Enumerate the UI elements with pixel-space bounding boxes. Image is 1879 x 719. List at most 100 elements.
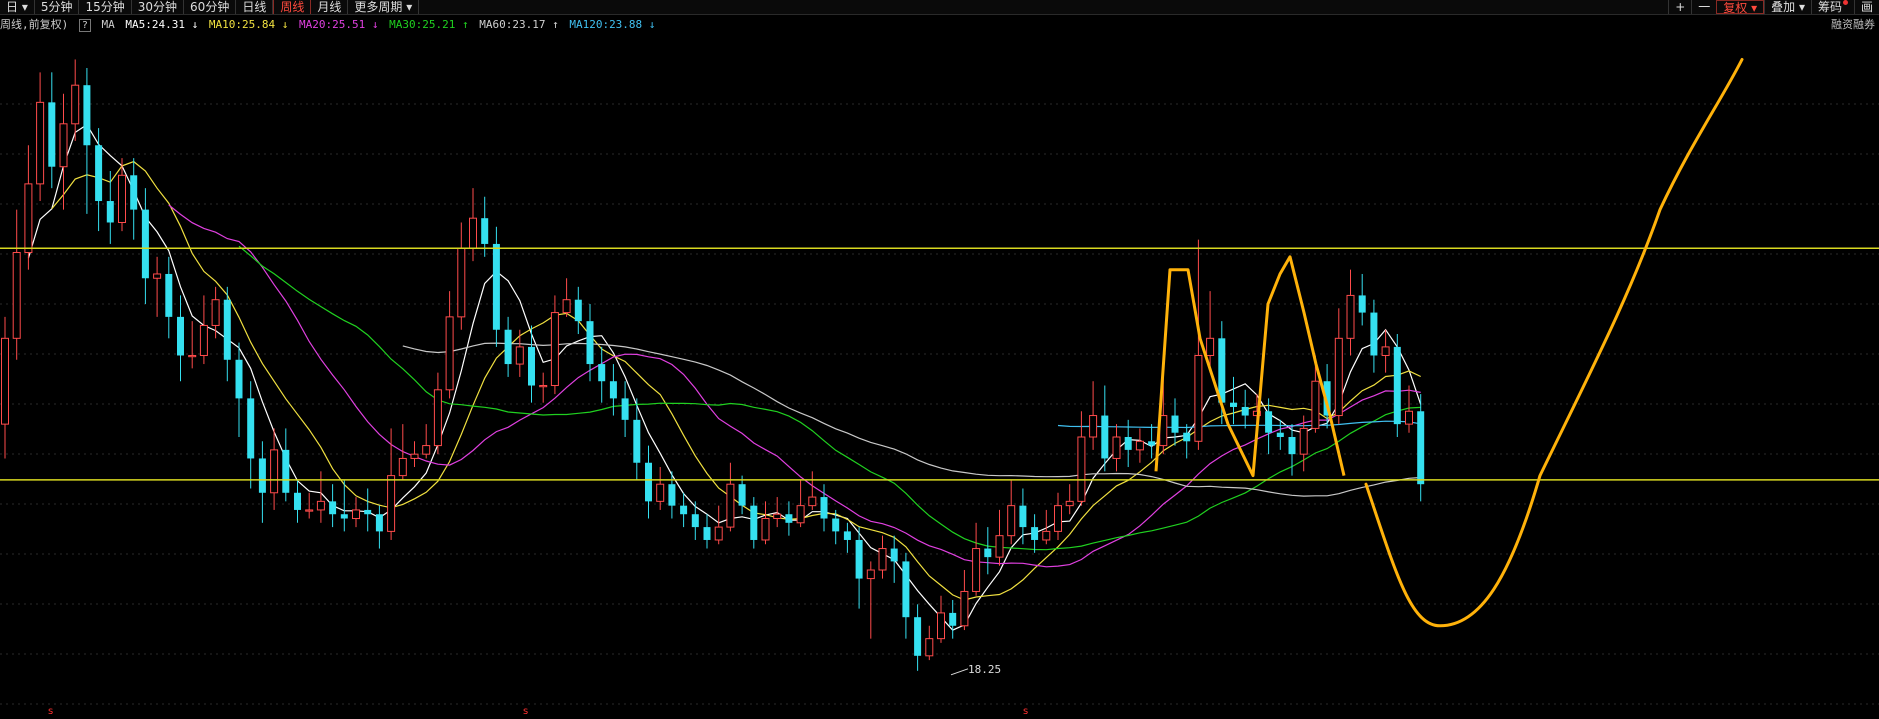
tab-weekly[interactable]: 周线 xyxy=(273,0,312,14)
candle-down xyxy=(890,548,898,562)
right-tools: + 一 复权 ▾ 叠加 ▾ 筹码 画 xyxy=(1668,0,1879,15)
candle-up xyxy=(714,526,723,541)
candle-down xyxy=(48,102,56,167)
tab-5min[interactable]: 5分钟 xyxy=(35,0,80,14)
projection-curve-drawing xyxy=(1364,58,1744,628)
candle-up xyxy=(761,518,770,541)
candle-down xyxy=(364,509,372,515)
candle-up xyxy=(1135,440,1144,451)
candle-down xyxy=(609,381,617,399)
candle-down xyxy=(492,243,500,330)
candle-up xyxy=(562,299,571,314)
candle-up xyxy=(36,101,45,185)
candle-up xyxy=(433,389,442,447)
candle-down xyxy=(130,175,138,210)
candle-up xyxy=(12,252,21,339)
candle-up xyxy=(808,496,817,507)
candle-up xyxy=(211,299,220,326)
candle-up xyxy=(796,505,805,524)
candle-down xyxy=(1183,432,1191,442)
candle-up xyxy=(1007,505,1016,537)
candle-up xyxy=(1381,346,1390,356)
candle-down xyxy=(106,201,114,223)
candle-up xyxy=(1206,337,1215,356)
draw-button[interactable]: 画 xyxy=(1853,0,1879,14)
candle-down xyxy=(1370,312,1378,356)
chart-period-label: 周线,前复权) xyxy=(0,18,69,31)
candle-down xyxy=(1124,437,1132,450)
candle-down xyxy=(1019,505,1027,528)
candle-down xyxy=(832,518,840,532)
candle-up xyxy=(515,346,524,365)
candle-down xyxy=(235,359,243,399)
candle-down xyxy=(247,398,255,459)
candle-up xyxy=(960,590,969,627)
candle-down xyxy=(703,527,711,540)
candle-up xyxy=(995,535,1004,558)
zoom-in-button[interactable]: + xyxy=(1668,0,1691,14)
tab-day-dropdown[interactable]: 日 ▾ xyxy=(0,0,35,14)
candle-down xyxy=(949,612,957,626)
notification-dot-icon xyxy=(1842,0,1848,5)
candle-down xyxy=(83,85,91,146)
candle-down xyxy=(1101,415,1109,459)
candle-down xyxy=(633,419,641,463)
candle-up xyxy=(457,247,466,318)
s-marker: s xyxy=(48,706,53,717)
candle-up xyxy=(118,174,126,223)
tab-monthly[interactable]: 月线 xyxy=(311,0,349,14)
tab-more-periods[interactable]: 更多周期 ▾ xyxy=(348,0,420,14)
candle-down xyxy=(95,145,103,202)
candle-up xyxy=(270,449,279,494)
candle-up xyxy=(199,324,208,356)
candle-up xyxy=(71,84,80,125)
candle-down xyxy=(1171,415,1179,433)
tab-15min[interactable]: 15分钟 xyxy=(79,0,132,14)
candle-down xyxy=(1265,411,1273,433)
candle-down xyxy=(680,505,688,515)
candle-up xyxy=(539,385,548,388)
candle-up xyxy=(1054,505,1062,532)
s-marker: s xyxy=(1023,706,1028,717)
candle-down xyxy=(843,531,851,540)
candle-up xyxy=(550,312,559,387)
period-tabs: 日 ▾ 5分钟 15分钟 30分钟 60分钟 日线 周线 月线 更多周期 ▾ xyxy=(0,0,420,14)
candle-up xyxy=(878,548,887,571)
candle-down xyxy=(621,398,629,420)
candle-up xyxy=(422,445,431,455)
candle-down xyxy=(1241,406,1249,416)
candle-down xyxy=(586,321,594,365)
chips-button[interactable]: 筹码 xyxy=(1810,0,1854,14)
period-toolbar: 日 ▾ 5分钟 15分钟 30分钟 60分钟 日线 周线 月线 更多周期 ▾ +… xyxy=(0,0,1879,15)
tab-30min[interactable]: 30分钟 xyxy=(132,0,185,14)
candle-up xyxy=(1346,294,1355,339)
candle-up xyxy=(1089,415,1098,438)
candle-up xyxy=(398,457,407,477)
candle-down xyxy=(340,514,348,519)
zoom-out-button[interactable]: 一 xyxy=(1691,0,1716,14)
tab-daily[interactable]: 日线 xyxy=(236,0,274,14)
candle-down xyxy=(504,329,512,365)
candle-up xyxy=(1334,337,1343,417)
ma5-value: MA5:24.31 ↓ xyxy=(125,18,199,31)
candle-down xyxy=(750,505,758,540)
candle-up xyxy=(352,509,360,520)
candle-up xyxy=(1,337,9,425)
restore-rights-button[interactable]: 复权 ▾ xyxy=(1716,0,1765,15)
candle-up xyxy=(445,316,454,391)
tab-60min[interactable]: 60分钟 xyxy=(184,0,237,14)
candle-down xyxy=(1031,527,1039,540)
overlay-button[interactable]: 叠加 ▾ xyxy=(1764,0,1811,14)
margin-trading-label[interactable]: 融资融券 xyxy=(1831,18,1875,32)
candle-down xyxy=(914,617,922,656)
candle-up xyxy=(1065,500,1074,507)
help-button[interactable]: ? xyxy=(78,19,91,32)
kline-chart[interactable]: 18.25 s s s xyxy=(0,34,1879,719)
low-arrow xyxy=(950,668,969,676)
candle-down xyxy=(177,316,184,356)
candle-down xyxy=(645,462,652,502)
candle-up xyxy=(469,217,477,249)
candle-down xyxy=(1230,402,1237,407)
candle-down xyxy=(141,209,149,279)
candle-down xyxy=(1417,411,1425,485)
